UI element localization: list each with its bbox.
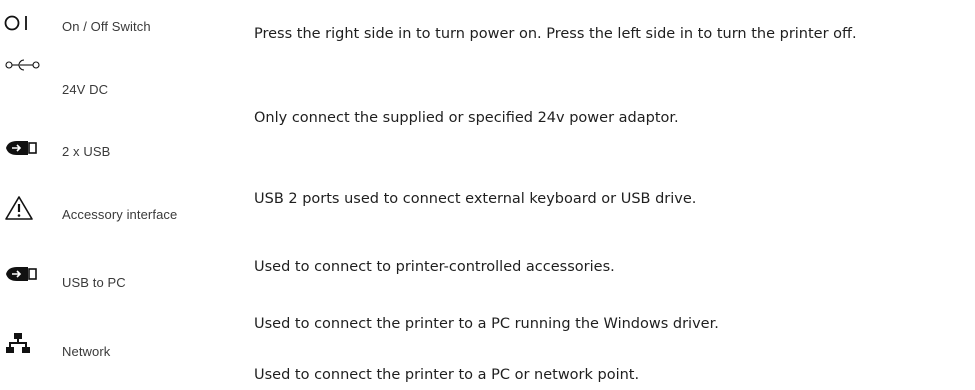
dc-power-description: Only connect the supplied or specified 2… (254, 110, 679, 126)
on-off-switch-description: Press the right side in to turn power on… (254, 26, 857, 42)
port-legend: On / Off Switch 24V DC 2 x USB Accessory… (0, 0, 975, 390)
usb-plug-icon (4, 133, 46, 163)
dc-power-icon (4, 50, 46, 80)
usb-to-pc-description: Used to connect the printer to a PC runn… (254, 316, 719, 332)
accessory-interface-label: Accessory interface (62, 207, 178, 222)
dc-power-label: 24V DC (62, 82, 109, 97)
network-icon (4, 328, 46, 358)
on-off-switch-icon (4, 8, 46, 38)
on-off-switch-label: On / Off Switch (62, 19, 151, 34)
accessory-interface-description: Used to connect to printer-controlled ac… (254, 259, 615, 275)
usb-to-pc-label: USB to PC (62, 275, 126, 290)
warning-triangle-icon (4, 193, 46, 223)
network-description: Used to connect the printer to a PC or n… (254, 367, 640, 383)
usb-ports-description: USB 2 ports used to connect external key… (254, 191, 697, 207)
usb-plug-icon (4, 259, 46, 289)
network-label: Network (62, 344, 111, 359)
usb-ports-label: 2 x USB (62, 144, 111, 159)
